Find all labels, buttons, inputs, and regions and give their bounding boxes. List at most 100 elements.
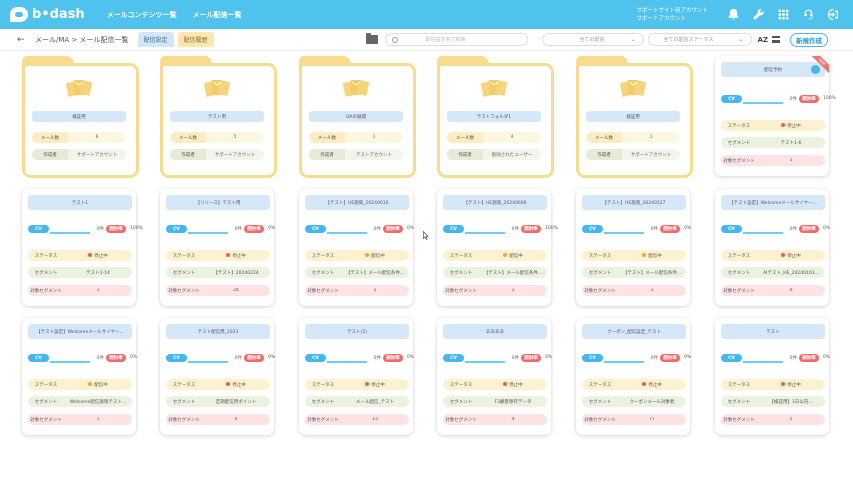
delivery-card[interactable]: 【リリース】テスト用 CV 0件 開封率 0% ステータス 停止中 セグメント 【テ… (160, 189, 275, 306)
folder-title: 検証用 (586, 111, 680, 122)
status-dot-icon (226, 253, 231, 257)
folder-card[interactable]: 検証用 メール数 6 作成者 サポートアカウント (22, 56, 139, 178)
back-icon[interactable]: ← (17, 35, 31, 45)
list-view-icon[interactable] (772, 36, 781, 43)
target-segment-row: 対象セグメント 1 (582, 285, 686, 296)
delivery-card[interactable]: テスト1 CV 0件 開封率 100% ステータス 停止中 セグメント テスト1-1… (22, 189, 143, 306)
segment-value: 【テスト】メール配信条件... (345, 270, 405, 276)
delivery-card[interactable]: クーポン_配信設定_テスト CV 0件 開封率 0% ステータス 停止中 セグメン… (576, 318, 691, 435)
status-dot-icon (642, 253, 647, 257)
status-filter-select[interactable]: 全ての配信ステータス ⌄ (647, 33, 752, 46)
open-rate-badge: 開封率 (383, 225, 403, 233)
status-row: ステータス 停止中 (305, 379, 409, 390)
cv-badge: CV (721, 354, 742, 362)
segment-value: 【検証用】1日以内... (769, 399, 813, 405)
target-segment-label: 対象セグメント (723, 288, 755, 294)
delivery-title: 【テスト】HE施策_20240610 (305, 195, 409, 210)
open-rate-value: 100% (823, 96, 836, 101)
delivery-card[interactable]: ああああ CV 0件 開封率 0% ステータス 停止中 セグメント F3顧客保存デー… (437, 318, 552, 435)
bell-icon[interactable] (722, 4, 744, 26)
cv-badge: CV (443, 354, 464, 362)
add-folder-icon[interactable] (365, 33, 378, 44)
owner-label: 作成者 (170, 149, 206, 160)
help-icon[interactable] (797, 4, 819, 26)
status-dot-icon (781, 382, 786, 386)
cv-badge: CV (443, 225, 464, 233)
owner-label: 作成者 (586, 149, 622, 160)
tab-delivery-history[interactable]: 配信履歴 (177, 32, 214, 47)
mail-count-value: 1 (372, 135, 376, 140)
delivery-card[interactable]: 【テスト】HE施策_20240610 CV 0件 開封率 0% ステータス 配信中… (299, 189, 415, 306)
sort-az-icon[interactable]: AZ (758, 36, 769, 44)
delivery-card[interactable]: テスト配信用_2023 CV 0件 開封率 0% ステータス 停止中 セグメント 定… (160, 318, 275, 435)
progress-track (50, 361, 90, 363)
segment-value: F3顧客保存データ (494, 399, 532, 405)
folder-card[interactable]: テスト用 メール数 5 作成者 サポートアカウント (160, 56, 277, 178)
status-label: ステータス (727, 253, 751, 259)
mail-count-value: 4 (510, 135, 514, 140)
open-rate-badge: 開封率 (660, 225, 680, 233)
cv-badge: CV (28, 225, 49, 233)
delivery-card[interactable]: 【テスト】HE施策_20240606 CV 0件 開封率 100% ステータス 配… (437, 189, 558, 306)
open-rate-value: 100% (545, 226, 558, 231)
folder-mail-count-row: メール数 4 (447, 132, 541, 143)
progress-row: CV 0件 開封率 100% (443, 225, 558, 234)
folder-title: OAの展開 (309, 111, 403, 122)
chevron-down-icon: ⌄ (630, 36, 636, 43)
delivery-card[interactable]: 【テスト設定】Welcomeメールサイヤー... CV 0件 開封率 0% ステ… (715, 189, 830, 306)
target-segment-label: 対象セグメント (723, 158, 755, 164)
delivery-title: 【テスト設定】Welcomeメールサイヤー... (28, 324, 132, 339)
folder-owner-row: 作成者 サポートアカウント (586, 149, 680, 160)
status-row: ステータス 配信中 (28, 379, 132, 390)
search-input[interactable]: 配信設定名で検索 (384, 33, 528, 46)
segment-row: セグメント メール配信_テスト (305, 396, 409, 407)
delivery-card[interactable]: 配信予約 NEW CV 0件 開封率 100% ステータス 停止中 セグメント テス… (715, 56, 836, 176)
folder-card[interactable]: OAの展開 メール数 1 作成者 テストアカウント (299, 56, 416, 178)
delivery-filter-select[interactable]: 全ての配信 ⌄ (541, 33, 644, 46)
segment-label: セグメント (727, 140, 751, 146)
folder-owner-row: 作成者 サポートアカウント (32, 149, 126, 160)
view-tabs: 配信設定 配信履歴 (137, 32, 218, 47)
status-label: ステータス (727, 382, 751, 388)
status-value: 停止中 (479, 382, 547, 388)
open-rate-badge: 開封率 (521, 354, 541, 362)
progress-row: CV 0件 開封率 0% (721, 354, 830, 363)
nav-mail-contents[interactable]: メールコンテンツ一覧 (107, 10, 177, 20)
status-label: ステータス (172, 382, 196, 388)
delivery-card[interactable]: テスト(2) CV 0件 開封率 0% ステータス 停止中 セグメント メール配信_… (299, 318, 414, 435)
target-segment-value: 1 (373, 288, 377, 293)
cv-badge: CV (166, 354, 187, 362)
folder-owner-row: 作成者 テストアカウント (309, 149, 403, 160)
wrench-icon[interactable] (747, 4, 769, 26)
tab-delivery-settings[interactable]: 配信設定 (137, 32, 174, 47)
target-segment-row: 対象セグメント 77 (582, 414, 686, 425)
folder-mail-count-row: メール数 1 (309, 132, 403, 143)
status-row: ステータス 配信中 (443, 250, 547, 261)
status-label: ステータス (588, 253, 612, 259)
status-text: 配信中 (648, 253, 662, 259)
logo[interactable]: b•dash (10, 7, 85, 22)
segment-label: セグメント (311, 399, 335, 405)
progress-row: CV 0件 開封率 0% (166, 354, 275, 363)
status-label: ステータス (449, 253, 473, 259)
progress-row: CV 0件 開封率 100% (28, 225, 143, 234)
status-row: ステータス 停止中 (721, 379, 825, 390)
status-value: 停止中 (202, 253, 270, 259)
folder-card[interactable]: 検証用 メール数 1 作成者 サポートアカウント (576, 56, 693, 178)
target-segment-label: 対象セグメント (30, 417, 62, 423)
segment-row: セグメント Welcome配信施策テスト... (28, 396, 132, 407)
grid-icon[interactable] (772, 4, 794, 26)
nav-mail-delivery[interactable]: メール配信一覧 (193, 10, 242, 20)
delivery-card[interactable]: 【テスト設定】Welcomeメールサイヤー... CV 0件 開封率 0% ステ… (22, 318, 137, 435)
status-row: ステータス 配信中 (305, 250, 409, 261)
account-info[interactable]: サポートサイト用アカウント サポートアカウント (636, 7, 708, 23)
new-create-button[interactable]: 新規作成 (790, 32, 829, 47)
progress-row: CV 0件 開封率 0% (443, 354, 552, 363)
share-icon[interactable] (811, 65, 820, 74)
open-rate-value: 0% (407, 226, 415, 231)
logout-icon[interactable] (822, 4, 844, 26)
folder-card[interactable]: テストフォルダ1 メール数 4 作成者 削除されたユーザー (437, 56, 554, 178)
delivery-card[interactable]: 【テスト】HE施策_20240527 CV 0件 開封率 0% ステータス 配信中… (576, 189, 691, 306)
delivery-card[interactable]: テスト CV 0件 開封率 0% ステータス 停止中 セグメント 【検証用】1日以内… (715, 318, 830, 435)
status-label: ステータス (172, 253, 196, 259)
